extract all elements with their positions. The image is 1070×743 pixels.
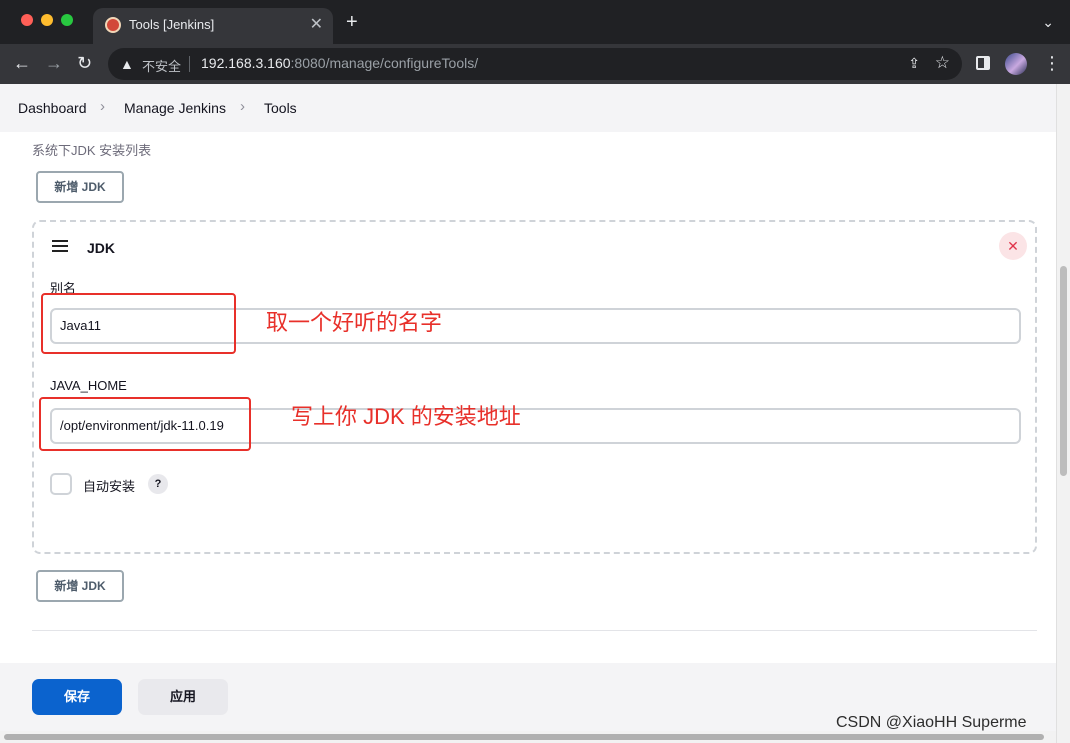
chevron-right-icon: › [240,98,245,115]
auto-install-checkbox[interactable] [50,473,72,495]
tab-title: Tools [Jenkins] [129,17,215,32]
save-button[interactable]: 保存 [32,679,122,715]
warning-triangle-icon[interactable]: ▲ [120,56,134,72]
reload-icon[interactable]: ↻ [77,52,92,74]
add-jdk-button-bottom[interactable]: 新增 JDK [36,570,124,602]
address-bar[interactable]: ▲ 不安全 192.168.3.160:8080/manage/configur… [108,48,962,80]
remove-jdk-button[interactable]: ✕ [999,232,1027,260]
more-menu-icon[interactable]: ⋮ [1043,53,1061,74]
side-panel-icon[interactable] [976,56,990,70]
forward-arrow-icon[interactable]: → [45,52,63,74]
address-divider [189,56,190,72]
browser-titlebar: Tools [Jenkins] ✕ + ⌄ [0,0,1070,44]
breadcrumb: Dashboard › Manage Jenkins › Tools [0,84,1056,132]
bookmark-star-icon[interactable]: ☆ [935,53,950,73]
vertical-scrollbar[interactable] [1056,84,1070,743]
help-icon[interactable]: ? [148,474,168,494]
jdk-card: JDK ✕ 别名 Java11 JAVA_HOME /opt/environme… [32,220,1037,554]
horizontal-scrollbar[interactable] [0,731,1056,743]
jenkins-page: Dashboard › Manage Jenkins › Tools 系统下JD… [0,84,1070,743]
maximize-window-button[interactable] [61,14,73,26]
breadcrumb-tools[interactable]: Tools [264,100,297,116]
share-icon[interactable]: ⇪ [908,55,920,72]
back-arrow-icon[interactable]: ← [13,52,31,74]
vertical-scroll-thumb[interactable] [1060,266,1067,476]
apply-button[interactable]: 应用 [138,679,228,715]
breadcrumb-dashboard[interactable]: Dashboard [18,100,87,116]
tab-search-chevron-icon[interactable]: ⌄ [1042,14,1054,31]
alias-annotation-box [41,293,236,354]
close-window-button[interactable] [21,14,33,26]
browser-tab[interactable]: Tools [Jenkins] ✕ [93,8,333,44]
url-text[interactable]: 192.168.3.160:8080/manage/configureTools… [201,55,478,71]
jdk-card-title: JDK [87,240,116,256]
csdn-watermark: CSDN @XiaoHH Superme [836,714,1027,731]
java-home-annotation-text: 写上你 JDK 的安装地址 [291,404,521,429]
jenkins-favicon-icon [105,17,121,33]
add-jdk-button[interactable]: 新增 JDK [36,171,124,203]
breadcrumb-manage-jenkins[interactable]: Manage Jenkins [124,100,226,116]
tab-close-icon[interactable]: ✕ [310,14,323,34]
minimize-window-button[interactable] [41,14,53,26]
new-tab-icon[interactable]: + [346,12,358,32]
section-divider [32,630,1037,631]
java-home-annotation-box [39,397,251,451]
drag-handle-icon[interactable] [52,240,68,252]
horizontal-scroll-thumb[interactable] [4,734,1044,740]
browser-toolbar: ← → ↻ ▲ 不安全 192.168.3.160:8080/manage/co… [0,44,1070,84]
jdk-section-description: 系统下JDK 安装列表 [32,143,152,158]
alias-annotation-text: 取一个好听的名字 [266,310,443,335]
security-status[interactable]: 不安全 [142,56,181,75]
profile-avatar[interactable] [1005,53,1027,75]
auto-install-label[interactable]: 自动安装 [83,476,135,495]
java-home-label: JAVA_HOME [50,378,127,393]
chevron-right-icon: › [100,98,105,115]
